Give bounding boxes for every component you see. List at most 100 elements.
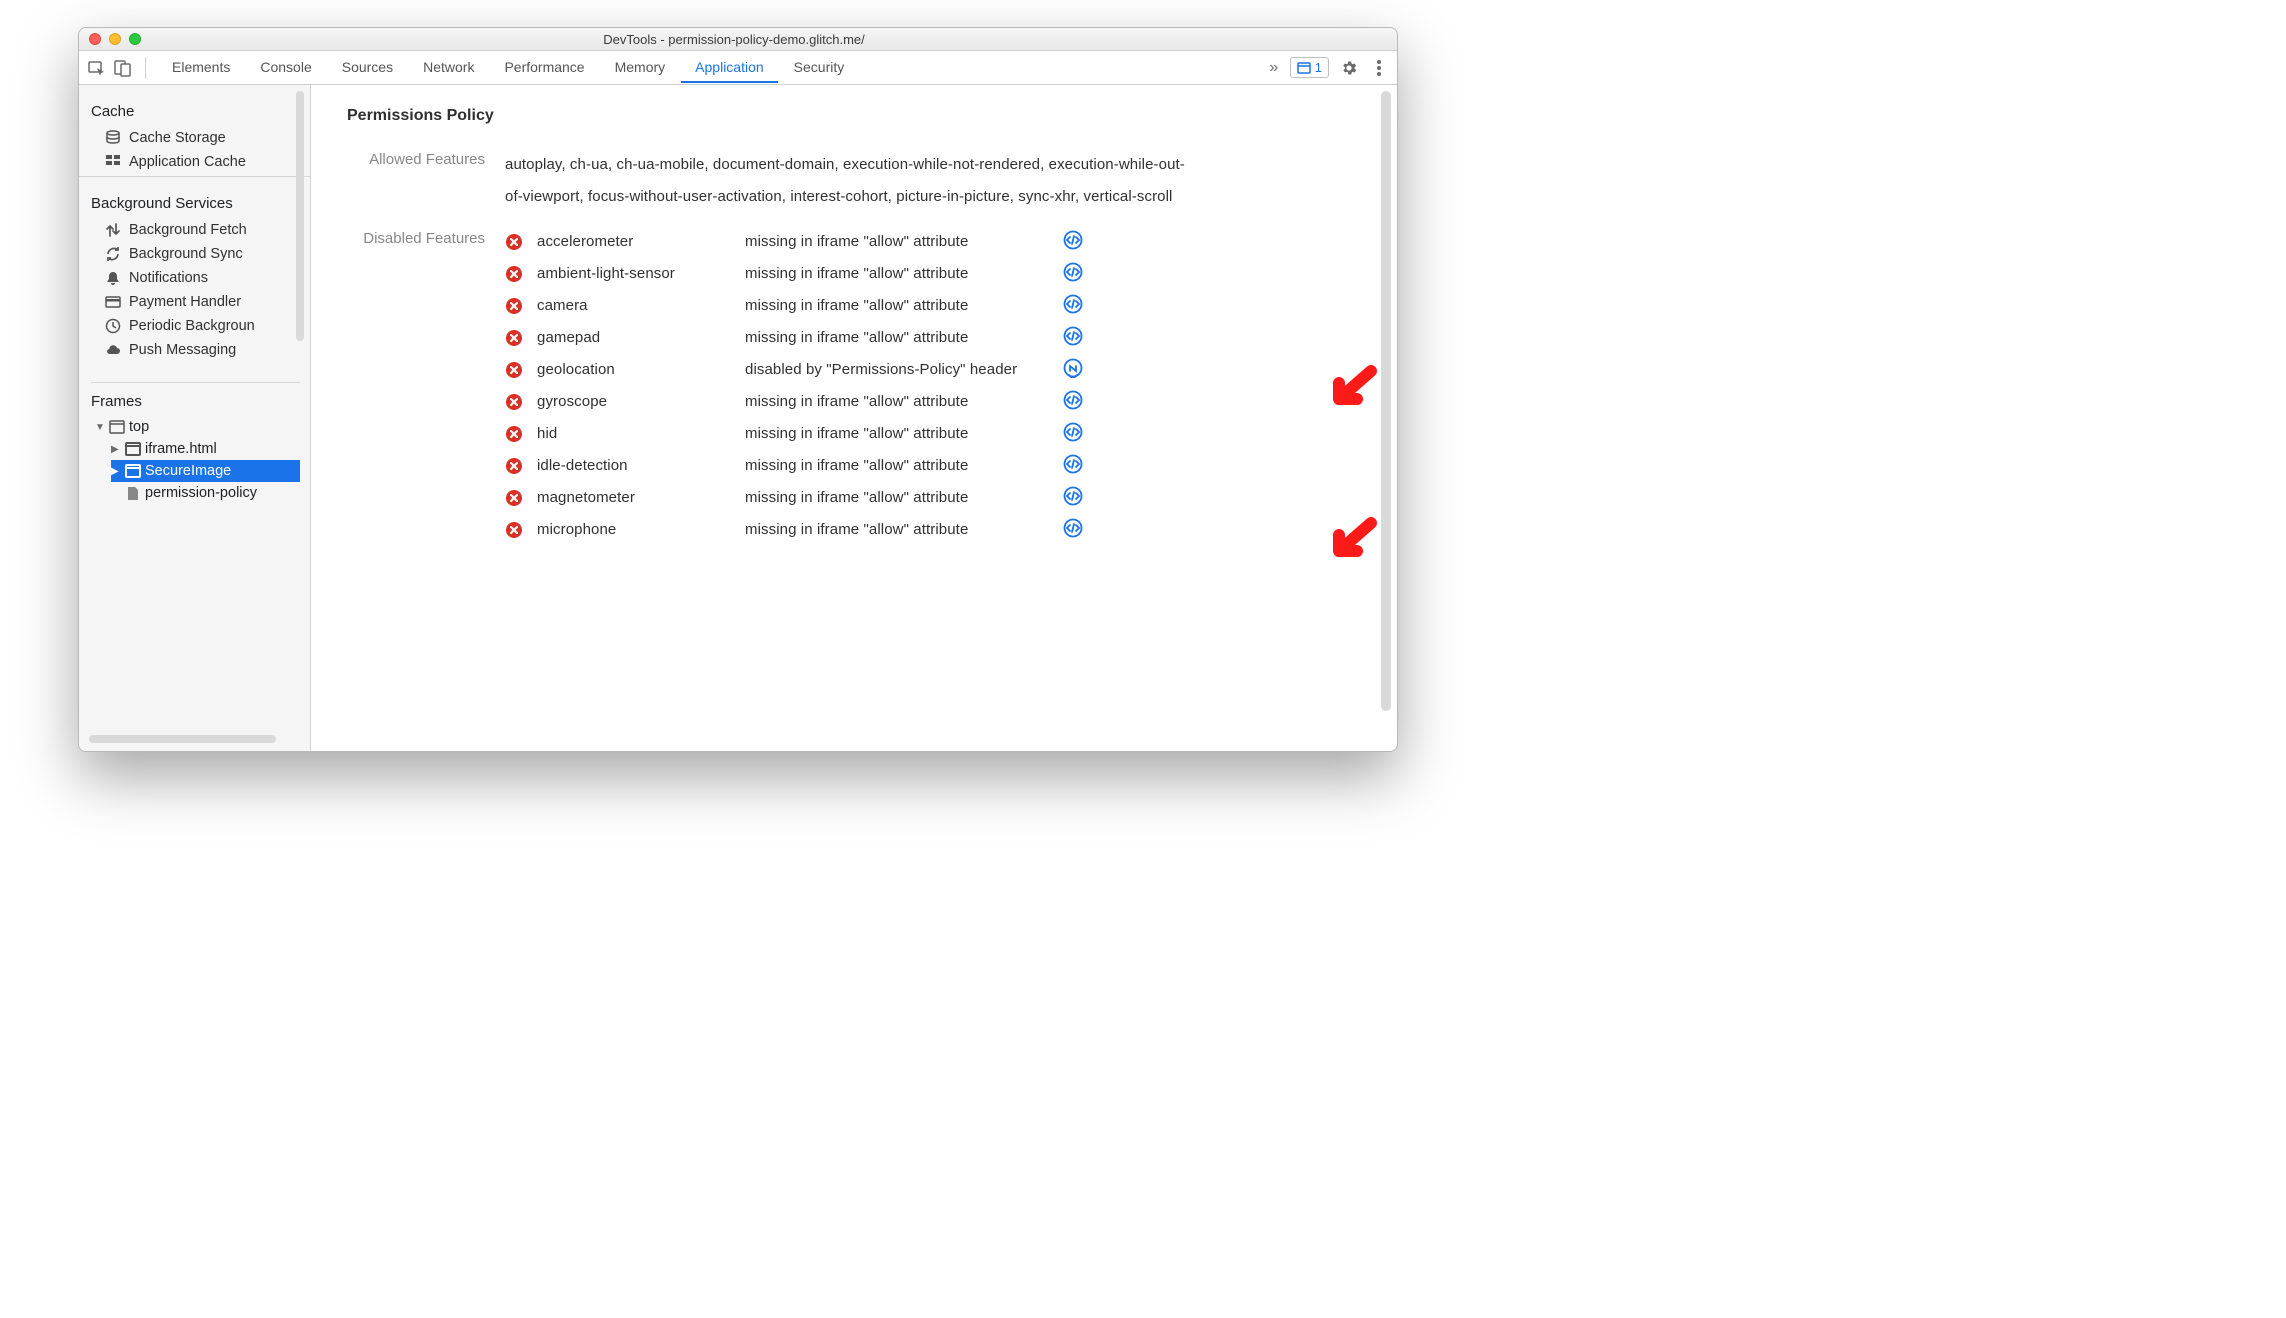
feature-name: microphone [537, 516, 737, 544]
more-tabs-icon[interactable]: » [1264, 58, 1284, 78]
feature-name: camera [537, 292, 737, 320]
disclosure-triangle-icon[interactable]: ▶ [111, 466, 121, 477]
sidebar-item[interactable]: Background Sync [89, 242, 300, 266]
frame-icon [125, 464, 141, 478]
disabled-feature-row: gyroscopemissing in iframe "allow" attri… [505, 388, 1371, 420]
devtools-toolbar: ElementsConsoleSourcesNetworkPerformance… [79, 51, 1397, 85]
feature-name: gamepad [537, 324, 737, 352]
reveal-source-button[interactable] [1063, 358, 1103, 388]
error-icon [505, 233, 523, 251]
allowed-features-value: autoplay, ch-ua, ch-ua-mobile, document-… [505, 149, 1185, 212]
reveal-source-button[interactable] [1063, 518, 1103, 548]
sidebar-item-label: Application Cache [129, 154, 246, 170]
reveal-source-button[interactable] [1063, 486, 1103, 516]
sidebar-item-label: Push Messaging [129, 342, 236, 358]
card-icon [105, 294, 121, 310]
error-icon [505, 393, 523, 411]
disabled-feature-row: ambient-light-sensor missing in iframe "a… [505, 260, 1371, 292]
feature-name: ambient-light-sensor [537, 260, 737, 288]
error-icon [505, 329, 523, 347]
disabled-feature-row: microphonemissing in iframe "allow" attr… [505, 516, 1371, 548]
feature-name: magnetometer [537, 484, 737, 512]
feature-reason: missing in iframe "allow" attribute [745, 388, 1055, 416]
reveal-source-button[interactable] [1063, 230, 1103, 260]
error-icon [505, 265, 523, 283]
feature-reason: missing in iframe "allow" attribute [745, 260, 1055, 288]
sidebar-item-label: Cache Storage [129, 130, 226, 146]
inspect-element-icon[interactable] [87, 58, 107, 78]
disclosure-triangle-icon[interactable]: ▶ [111, 444, 121, 455]
sidebar-item[interactable]: Periodic Backgroun [89, 314, 300, 338]
frames-section-title: Frames [91, 382, 300, 410]
more-options-icon[interactable] [1369, 60, 1389, 76]
feature-reason: missing in iframe "allow" attribute [745, 484, 1055, 512]
body: Cache Cache Storage Application Cache Backg… [79, 85, 1397, 751]
sidebar-item-label: Payment Handler [129, 294, 241, 310]
settings-icon[interactable] [1339, 59, 1359, 77]
disabled-features-label: Disabled Features [347, 228, 505, 247]
disabled-feature-row: camera missing in iframe "allow" attribut… [505, 292, 1371, 324]
tab-console[interactable]: Console [246, 52, 325, 83]
frame-top[interactable]: ▼ top [95, 416, 300, 438]
error-icon [505, 457, 523, 475]
device-toolbar-icon[interactable] [113, 58, 133, 78]
sidebar-item[interactable]: Application Cache [89, 150, 300, 174]
tab-memory[interactable]: Memory [601, 52, 680, 83]
feature-name: geolocation [537, 356, 737, 384]
page-heading: Permissions Policy [347, 107, 1371, 125]
sidebar-item-label: Periodic Backgroun [129, 318, 255, 334]
frame-child-label: SecureImage [145, 463, 231, 479]
disclosure-triangle-icon[interactable]: ▼ [95, 422, 105, 433]
reveal-source-button[interactable] [1063, 326, 1103, 356]
sidebar-section-title: Cache [91, 103, 300, 120]
reveal-source-button[interactable] [1063, 294, 1103, 324]
feature-reason: missing in iframe "allow" attribute [745, 420, 1055, 448]
disabled-features-row: Disabled Features accelerometermissing i… [347, 228, 1371, 548]
frame-top-label: top [129, 419, 149, 435]
frame-child[interactable]: ▶ SecureImage [111, 460, 300, 482]
sidebar-item[interactable]: Notifications [89, 266, 300, 290]
tab-performance[interactable]: Performance [490, 52, 598, 83]
sidebar-item[interactable]: Payment Handler [89, 290, 300, 314]
sidebar-scrollbar-vertical[interactable] [296, 91, 304, 341]
window-title: DevTools - permission-policy-demo.glitch… [81, 32, 1387, 47]
sidebar-item[interactable]: Cache Storage [89, 126, 300, 150]
tab-elements[interactable]: Elements [158, 52, 244, 83]
error-icon [505, 297, 523, 315]
error-icon [505, 521, 523, 539]
sidebar-item[interactable]: Background Fetch [89, 218, 300, 242]
disabled-feature-row: hid missing in iframe "allow" attribute [505, 420, 1371, 452]
tab-application[interactable]: Application [681, 52, 778, 83]
feature-reason: missing in iframe "allow" attribute [745, 292, 1055, 320]
feature-reason: disabled by "Permissions-Policy" header [745, 356, 1055, 384]
tab-network[interactable]: Network [409, 52, 488, 83]
sidebar-section-title: Background Services [91, 195, 300, 212]
tab-security[interactable]: Security [780, 52, 859, 83]
tab-sources[interactable]: Sources [328, 52, 407, 83]
error-icon [505, 489, 523, 507]
annotation-arrow-icon [1321, 517, 1381, 573]
grid-icon [105, 154, 121, 170]
error-icon [505, 361, 523, 379]
file-icon [125, 486, 141, 500]
frame-child[interactable]: ▶permission-policy [111, 482, 300, 504]
reveal-source-button[interactable] [1063, 390, 1103, 420]
reveal-source-button[interactable] [1063, 454, 1103, 484]
feature-name: hid [537, 420, 737, 448]
annotation-arrow-icon [1321, 365, 1381, 421]
reveal-source-button[interactable] [1063, 422, 1103, 452]
feature-reason: missing in iframe "allow" attribute [745, 324, 1055, 352]
error-icon [505, 425, 523, 443]
frame-child-label: permission-policy [145, 485, 257, 501]
feature-name: idle-detection [537, 452, 737, 480]
sidebar-scrollbar-horizontal[interactable] [89, 735, 276, 743]
issues-badge[interactable]: 1 [1290, 57, 1329, 78]
clock-icon [105, 318, 121, 334]
frame-child[interactable]: ▶ iframe.html [111, 438, 300, 460]
main-scrollbar-vertical[interactable] [1381, 91, 1391, 711]
reveal-source-button[interactable] [1063, 262, 1103, 292]
cloud-icon [105, 342, 121, 358]
frame-child-label: iframe.html [145, 441, 217, 457]
db-icon [105, 130, 121, 146]
sidebar-item[interactable]: Push Messaging [89, 338, 300, 362]
